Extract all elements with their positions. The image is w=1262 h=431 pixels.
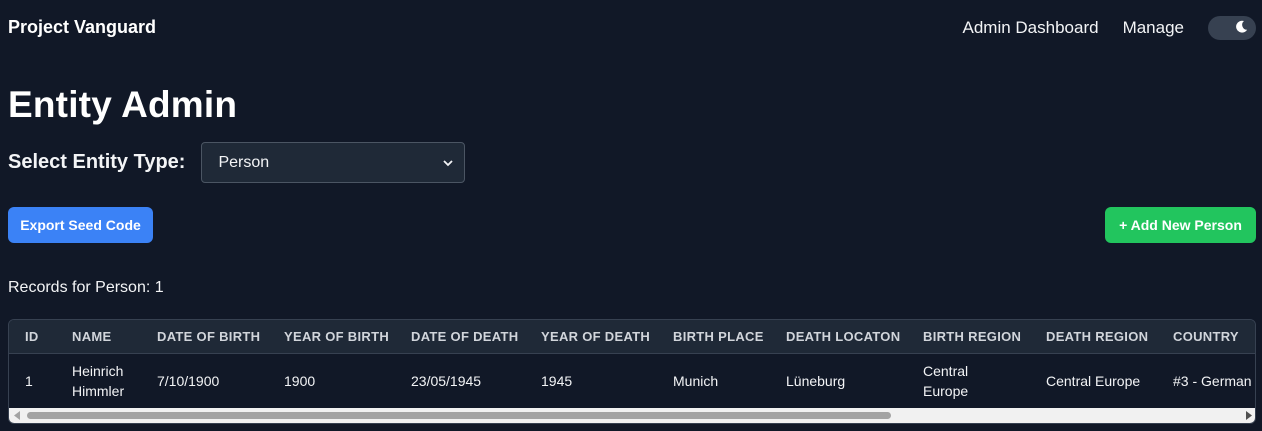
entity-type-value: Person xyxy=(218,153,270,171)
cell-birth-region: Central Europe xyxy=(907,353,1030,409)
scrollbar-thumb[interactable] xyxy=(27,412,891,419)
entity-type-row: Select Entity Type: Person xyxy=(8,142,466,183)
cell-id: 1 xyxy=(25,373,33,390)
nav-link-admin-dashboard[interactable]: Admin Dashboard xyxy=(962,18,1098,38)
cell-date-of-birth: 7/10/1900 xyxy=(157,373,220,390)
table-row[interactable]: 1 Heinrich Himmler 7/10/1900 1900 23/05/… xyxy=(9,353,1255,409)
column-header-name[interactable]: NAME xyxy=(56,320,141,354)
export-seed-code-button[interactable]: Export Seed Code xyxy=(8,207,153,243)
column-header-birth-region[interactable]: BIRTH REGION xyxy=(907,320,1030,354)
cell-death-region: Central Europe xyxy=(1046,373,1141,390)
caret-left-icon xyxy=(14,411,20,420)
cell-name-last: Himmler xyxy=(72,383,125,400)
cell-name-first: Heinrich xyxy=(72,363,124,380)
nav-link-manage[interactable]: Manage xyxy=(1123,18,1184,38)
column-header-date-of-death[interactable]: DATE OF DEATH xyxy=(395,320,525,354)
moon-icon xyxy=(1236,20,1248,33)
cell-death-location: Lüneburg xyxy=(786,373,846,390)
column-header-year-of-death[interactable]: YEAR OF DEATH xyxy=(525,320,657,354)
column-header-date-of-birth[interactable]: DATE OF BIRTH xyxy=(141,320,268,354)
scroll-right-arrow[interactable] xyxy=(1241,408,1255,423)
page-title: Entity Admin xyxy=(8,84,238,125)
table-header-row: ID NAME DATE OF BIRTH YEAR OF BIRTH DATE… xyxy=(9,320,1255,354)
add-new-person-button[interactable]: + Add New Person xyxy=(1105,207,1256,243)
chevron-down-icon xyxy=(443,159,454,166)
column-header-birth-place[interactable]: BIRTH PLACE xyxy=(657,320,770,354)
records-count: Records for Person: 1 xyxy=(8,279,164,296)
cell-birth-region-line1: Central xyxy=(923,363,969,380)
brand-title[interactable]: Project Vanguard xyxy=(8,17,156,38)
column-header-death-region[interactable]: DEATH REGION xyxy=(1030,320,1157,354)
cell-birth-place: Munich xyxy=(673,373,719,390)
nav-links: Admin Dashboard Manage xyxy=(938,15,1256,40)
cell-date-of-death: 23/05/1945 xyxy=(411,373,482,390)
top-nav: Project Vanguard Admin Dashboard Manage xyxy=(0,0,1262,55)
horizontal-scrollbar[interactable] xyxy=(9,408,1255,423)
cell-year-of-death: 1945 xyxy=(541,373,573,390)
records-table: ID NAME DATE OF BIRTH YEAR OF BIRTH DATE… xyxy=(8,319,1256,424)
cell-name: Heinrich Himmler xyxy=(56,353,141,409)
column-header-year-of-birth[interactable]: YEAR OF BIRTH xyxy=(268,320,395,354)
entity-type-select[interactable]: Person xyxy=(201,142,466,183)
theme-toggle[interactable] xyxy=(1208,15,1256,40)
entity-type-label: Select Entity Type: xyxy=(8,151,186,173)
cell-birth-region-line2: Europe xyxy=(923,383,969,400)
column-header-death-location[interactable]: DEATH LOCATON xyxy=(770,320,907,354)
cell-year-of-birth: 1900 xyxy=(284,373,316,390)
column-header-id[interactable]: ID xyxy=(9,320,56,354)
caret-right-icon xyxy=(1246,411,1252,420)
cell-country: #3 - German xyxy=(1173,373,1252,390)
scroll-left-arrow[interactable] xyxy=(9,408,25,423)
column-header-country[interactable]: COUNTRY xyxy=(1157,320,1255,354)
